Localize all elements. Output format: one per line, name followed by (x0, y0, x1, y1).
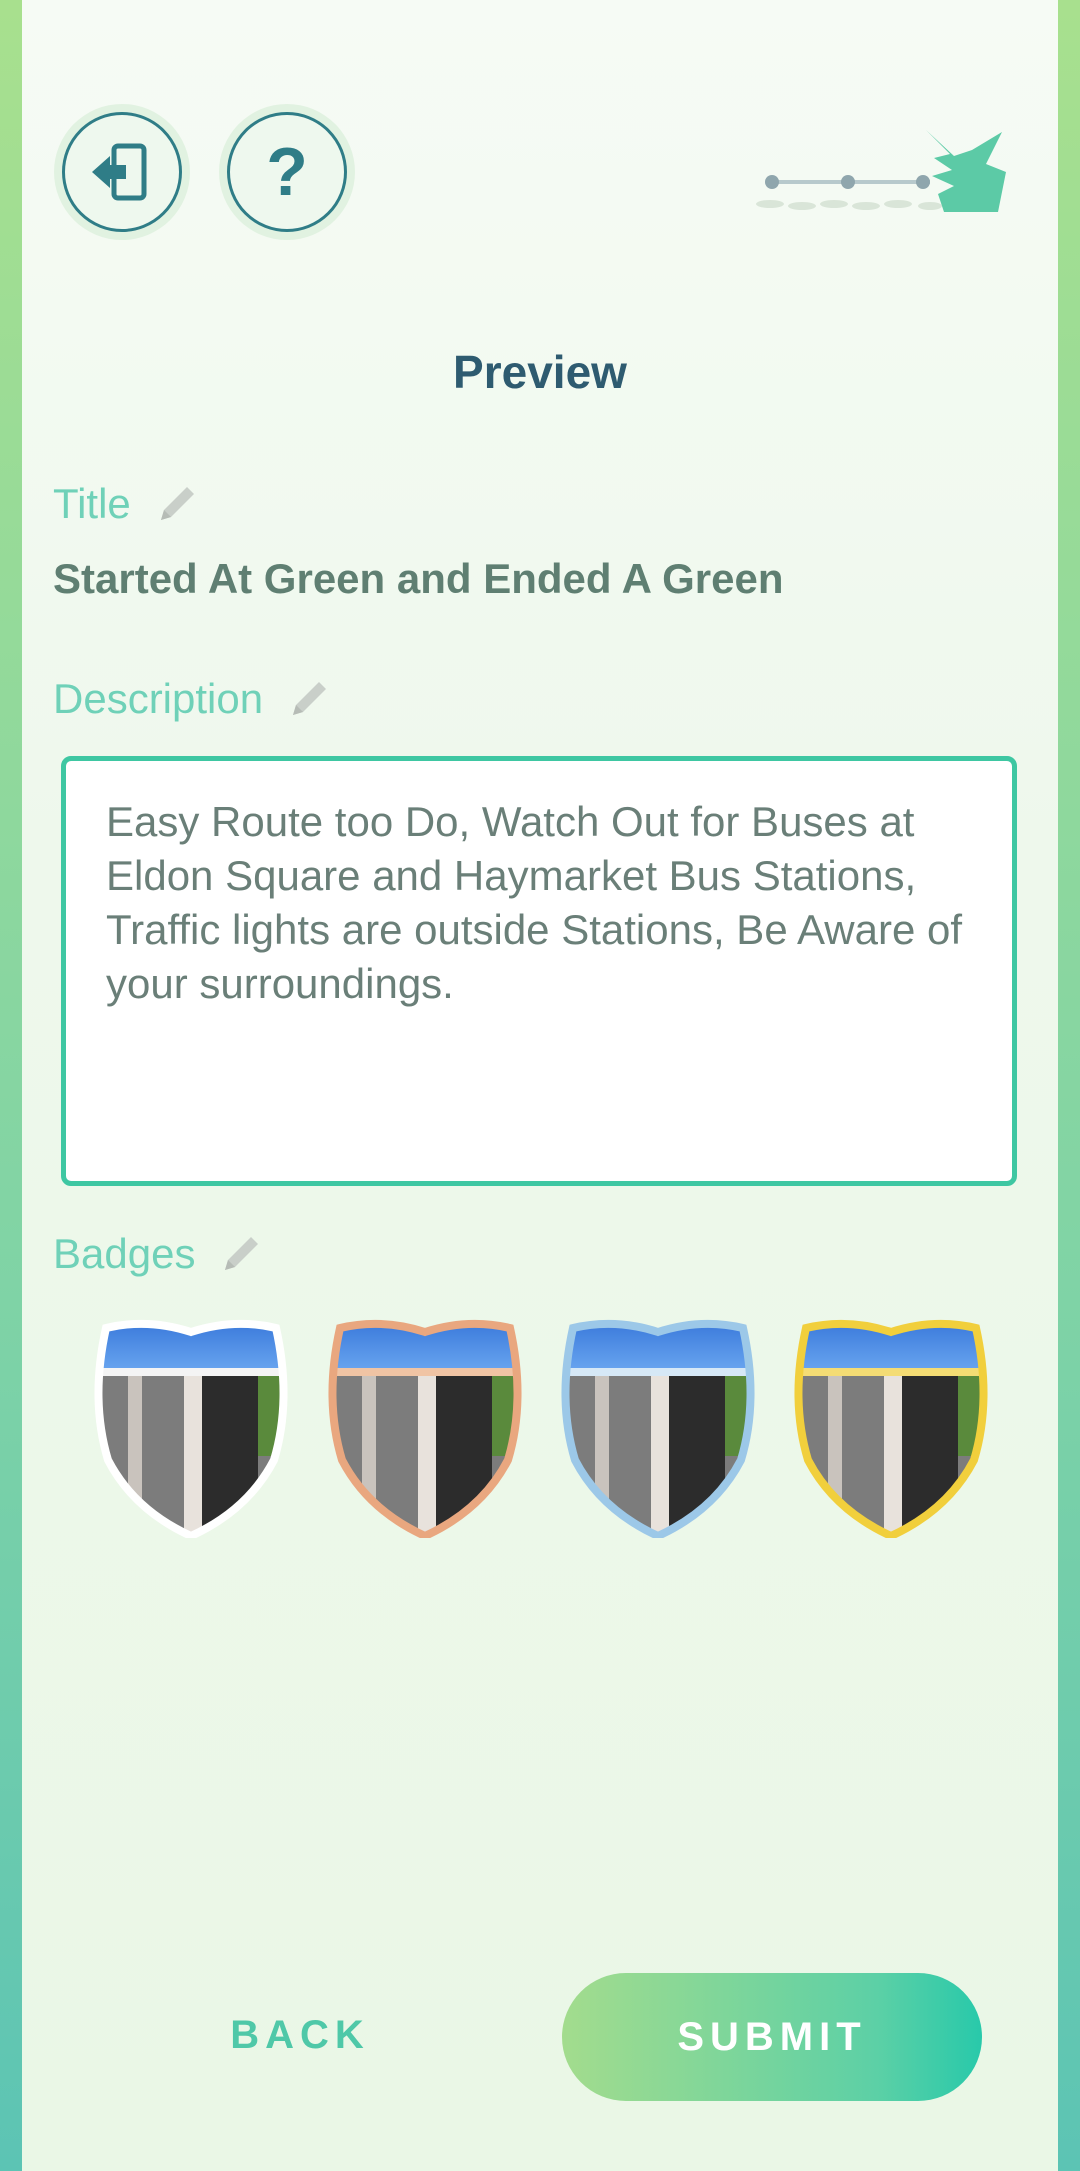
description-textarea[interactable]: Easy Route too Do, Watch Out for Buses a… (61, 756, 1017, 1186)
help-question-mark: ? (266, 134, 308, 210)
progress-dot-1 (765, 175, 779, 189)
route-title-value: Started At Green and Ended A Green (53, 555, 784, 602)
progress-track-shadow-icon (756, 200, 942, 210)
badges-label-text: Badges (53, 1230, 196, 1277)
badge-gold[interactable] (788, 1310, 994, 1538)
help-button[interactable]: ? (227, 112, 347, 232)
badges-section-label: Badges (53, 1230, 265, 1278)
exit-door-icon (92, 143, 147, 201)
submit-button[interactable]: SUBMIT (562, 1973, 982, 2101)
edit-badges-pencil-icon[interactable] (217, 1230, 265, 1278)
page-title: Preview (453, 346, 627, 398)
route-progress-indicator (756, 130, 1006, 212)
badge-base[interactable] (88, 1310, 294, 1538)
pikachu-silhouette-icon (926, 130, 1006, 212)
progress-dot-2 (841, 175, 855, 189)
exit-button[interactable] (62, 112, 182, 232)
title-label-text: Title (53, 480, 131, 527)
edit-title-pencil-icon[interactable] (153, 480, 201, 528)
title-section-label: Title (53, 480, 201, 528)
description-section-label: Description (53, 675, 333, 723)
badge-silver[interactable] (555, 1310, 761, 1538)
progress-dot-3 (916, 175, 930, 189)
description-label-text: Description (53, 675, 264, 722)
badges-row (88, 1310, 998, 1540)
edit-description-pencil-icon[interactable] (285, 675, 333, 723)
badge-bronze[interactable] (322, 1310, 528, 1538)
back-button[interactable]: BACK (200, 1995, 400, 2075)
